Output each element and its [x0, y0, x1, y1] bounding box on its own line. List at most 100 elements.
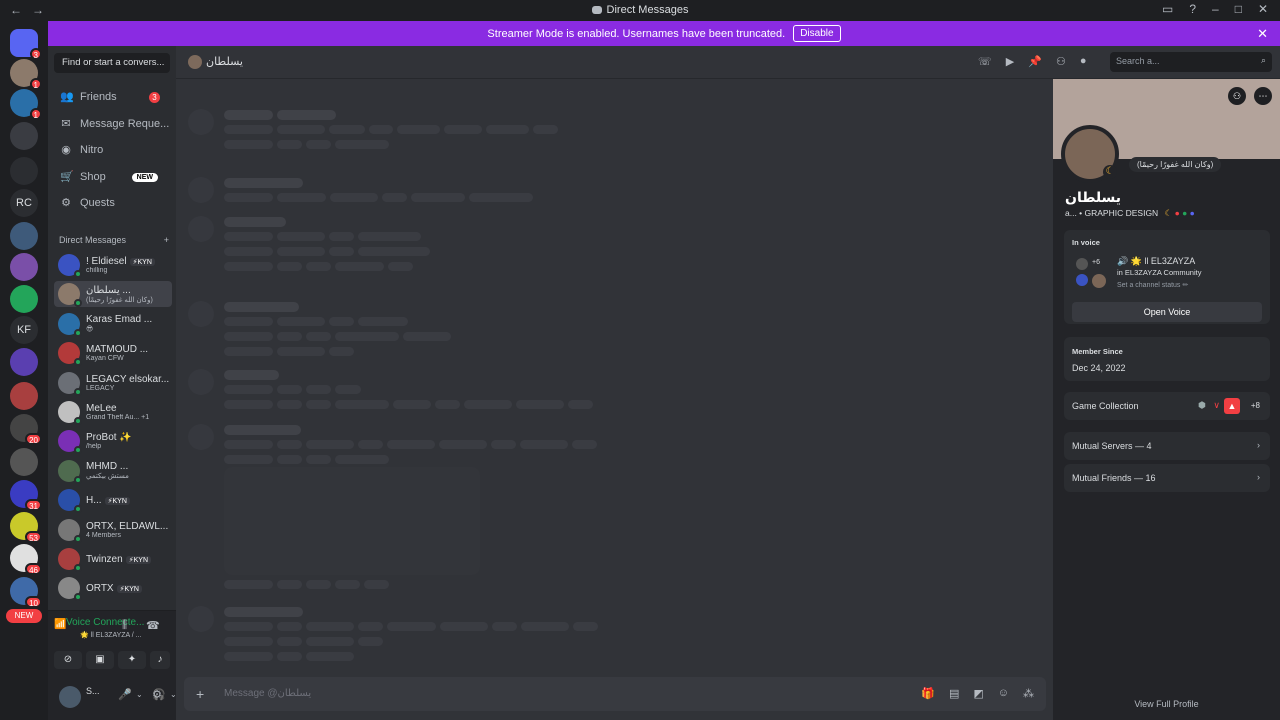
search-input[interactable]: Search a... ⌕ — [1110, 52, 1272, 72]
close-icon[interactable]: ✕ — [1257, 26, 1268, 42]
server-icon[interactable]: 31 — [10, 480, 42, 511]
nav-friends-label: Friends — [80, 91, 117, 103]
disconnect-icon[interactable]: ☎ — [146, 619, 160, 632]
activities-button[interactable]: ✦ — [118, 651, 146, 669]
dm-item[interactable]: ! Eldiesel ⚡KYN chilling — [54, 252, 172, 278]
view-full-profile-link[interactable]: View Full Profile — [1053, 699, 1280, 709]
profile-avatar[interactable]: ☾ — [1061, 125, 1119, 183]
open-voice-button[interactable]: Open Voice — [1072, 302, 1262, 322]
find-conversation-input[interactable]: Find or start a convers... — [54, 53, 170, 73]
nav-friends[interactable]: 👥 Friends 3 — [54, 85, 170, 109]
dm-name: ORTX ⚡KYN — [86, 583, 142, 594]
server-icon[interactable]: 20 — [10, 414, 42, 445]
server-icon[interactable]: 53 — [10, 512, 42, 543]
dm-item[interactable]: MATMOUD ... Kayan CFW — [54, 340, 172, 367]
skeleton-avatar — [188, 177, 214, 203]
skeleton-line — [335, 140, 389, 149]
close-window-icon[interactable]: ✕ — [1258, 2, 1268, 16]
video-call-icon[interactable]: ▶ — [1006, 55, 1014, 68]
server-label: RC — [16, 197, 32, 209]
server-icon[interactable] — [10, 382, 38, 410]
skeleton-line — [224, 637, 273, 646]
screen-share-button[interactable]: ▣ — [86, 651, 114, 669]
skeleton-line — [277, 140, 302, 149]
add-friend-icon[interactable]: ⚇ — [1228, 87, 1246, 105]
mail-icon: ✉ — [61, 118, 71, 130]
new-servers-pill[interactable]: NEW — [6, 609, 42, 623]
skeleton-line — [329, 232, 354, 241]
user-avatar[interactable] — [59, 686, 81, 708]
disable-button[interactable]: Disable — [793, 25, 841, 42]
nav-message-requests[interactable]: ✉ Message Reque... — [54, 112, 170, 136]
sticker-icon[interactable]: ◩ — [973, 687, 983, 700]
dm-item[interactable]: يسلطان ... (وكان الله غفورًا رحيمًا) — [54, 281, 172, 308]
server-icon[interactable] — [10, 348, 38, 376]
dm-item[interactable]: MeLee Grand Theft Au... +1 — [54, 399, 172, 425]
apps-icon[interactable]: ⁂ — [1023, 687, 1034, 700]
server-icon[interactable]: 10 — [10, 577, 42, 608]
nav-shop[interactable]: 🛒 Shop NEW — [54, 165, 170, 189]
emoji-icon[interactable]: ☺ — [998, 687, 1009, 700]
help-icon[interactable]: ? — [1189, 2, 1196, 16]
server-icon[interactable] — [10, 285, 38, 313]
server-icon[interactable] — [10, 122, 38, 150]
skeleton-line — [358, 317, 408, 326]
gif-icon[interactable]: ▤ — [949, 687, 959, 700]
microphone-icon[interactable]: 🎤 — [118, 688, 132, 701]
skeleton-line — [277, 385, 302, 394]
dm-item[interactable]: ORTX ⚡KYN — [54, 575, 172, 602]
dm-item[interactable]: H... ⚡KYN — [54, 487, 172, 514]
voice-status-title[interactable]: Voice Connecte... — [40, 617, 144, 628]
server-icon[interactable] — [10, 157, 38, 185]
server-icon[interactable]: 3 — [10, 29, 42, 60]
dm-item[interactable]: Twinzen ⚡KYN — [54, 546, 172, 572]
nav-quests[interactable]: ⚙ Quests — [54, 191, 170, 215]
server-icon[interactable] — [10, 448, 38, 476]
dm-item[interactable]: Karas Emad ... 😎 — [54, 311, 172, 337]
dm-item[interactable]: MHMD ... مستش بيكتمي — [54, 458, 172, 484]
mic-options-chevron-icon[interactable]: ⌄ — [136, 690, 143, 699]
guild-tag: ⚡KYN — [125, 555, 151, 564]
soundboard-button[interactable]: ♪ — [150, 651, 170, 669]
set-channel-status[interactable]: Set a channel status ✏ — [1117, 281, 1188, 289]
dm-item[interactable]: LEGACY elsokar... LEGACY — [54, 370, 172, 396]
user-profile-panel: ⚇ ⋯ ☾ (وكان الله غفورًا رحيمًا) يسلطان a… — [1053, 79, 1280, 720]
message-composer[interactable]: + Message @يسلطان 🎁 ▤ ◩ ☺ ⁂ — [184, 677, 1046, 711]
server-icon[interactable] — [10, 222, 38, 250]
mutual-servers-row[interactable]: Mutual Servers — 4 › — [1064, 432, 1270, 460]
dm-item[interactable]: ORTX, ELDAWL... 4 Members — [54, 517, 172, 543]
header-username[interactable]: يسلطان — [206, 55, 243, 68]
gift-icon[interactable]: 🎁 — [921, 687, 935, 700]
more-options-icon[interactable]: ⋯ — [1254, 87, 1272, 105]
pin-icon[interactable]: 📌 — [1028, 55, 1042, 68]
friends-icon: 👥 — [60, 91, 74, 103]
minimize-icon[interactable]: – — [1212, 2, 1219, 16]
game-collection-row[interactable]: Game Collection ⬢ ∨ ▲ +8 — [1064, 392, 1270, 420]
server-badge: 20 — [25, 433, 42, 445]
user-name[interactable]: S... — [86, 686, 100, 696]
voice-channel-path[interactable]: 🌟 ll EL3ZAYZA / ... — [80, 631, 142, 639]
add-attachment-icon[interactable]: + — [196, 686, 204, 702]
nav-quests-label: Quests — [80, 197, 115, 209]
maximize-icon[interactable]: □ — [1235, 2, 1242, 16]
server-icon[interactable]: 46 — [10, 544, 42, 575]
server-icon[interactable] — [10, 253, 38, 281]
mutual-friends-row[interactable]: Mutual Friends — 16 › — [1064, 464, 1270, 492]
server-icon[interactable]: 1 — [10, 59, 42, 90]
add-dm-icon[interactable]: + — [164, 235, 169, 245]
inbox-icon[interactable]: ▭ — [1162, 2, 1173, 16]
server-badge: 3 — [29, 48, 42, 60]
camera-off-button[interactable]: ⊘ — [54, 651, 82, 669]
settings-icon[interactable]: ⚙ — [152, 688, 162, 701]
server-icon[interactable]: RC — [10, 189, 38, 217]
nav-nitro[interactable]: ◉ Nitro — [54, 138, 170, 162]
add-friends-to-dm-icon[interactable]: ⚇ — [1056, 55, 1066, 68]
noise-suppression-icon[interactable]: ⫼ — [122, 619, 127, 632]
server-icon[interactable]: 1 — [10, 89, 42, 120]
skeleton-line — [306, 385, 331, 394]
user-profile-icon[interactable]: ● — [1080, 55, 1087, 68]
server-icon[interactable]: KF — [10, 316, 38, 344]
dm-item[interactable]: ProBot ✨/help — [54, 428, 172, 455]
voice-call-icon[interactable]: ☏ — [978, 55, 992, 68]
message-input[interactable]: Message @يسلطان — [224, 688, 311, 699]
